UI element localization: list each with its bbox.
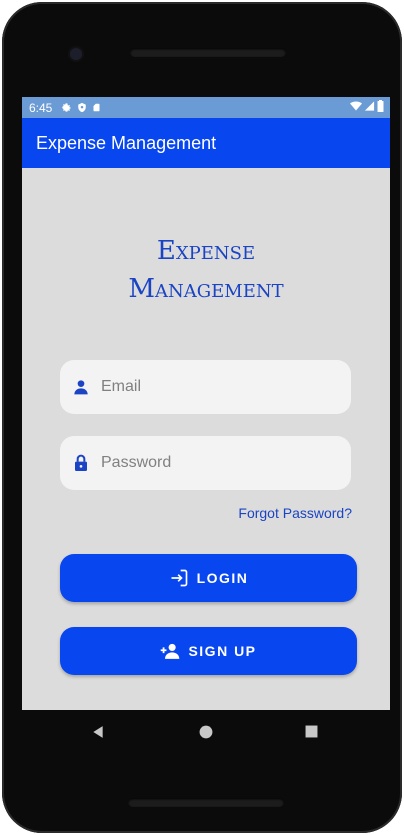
person-add-icon — [160, 641, 180, 661]
sign-up-button-label: SIGN UP — [188, 643, 257, 659]
home-icon[interactable] — [199, 725, 213, 744]
bottom-speaker — [128, 798, 284, 807]
forgot-password-link[interactable]: Forgot Password? — [238, 505, 352, 521]
sign-up-button[interactable]: SIGN UP — [60, 627, 357, 675]
brand-title: Expense Management — [22, 232, 390, 308]
front-camera — [70, 48, 82, 60]
app-bar-title: Expense Management — [36, 132, 217, 153]
battery-icon — [377, 100, 384, 112]
login-button-label: LOGIN — [196, 570, 249, 586]
settings-icon — [62, 103, 71, 112]
brand-title-line1: Expense — [156, 236, 256, 266]
recents-icon[interactable] — [305, 725, 318, 743]
sd-card-icon — [93, 103, 100, 112]
signal-icon — [364, 101, 375, 111]
brand-title-line2: Management — [128, 274, 284, 304]
login-button[interactable]: LOGIN — [60, 554, 357, 602]
password-input[interactable] — [99, 453, 333, 473]
status-time: 6:45 — [29, 100, 53, 115]
system-navigation-bar — [22, 710, 390, 754]
earpiece-speaker — [130, 48, 286, 57]
status-bar: 6:45 — [22, 97, 390, 118]
wifi-icon — [350, 101, 362, 111]
lock-icon — [72, 454, 90, 472]
email-field[interactable] — [60, 360, 351, 414]
login-icon — [169, 568, 189, 588]
email-input[interactable] — [99, 377, 333, 397]
person-icon — [72, 378, 90, 396]
shield-icon — [78, 102, 87, 113]
app-bar: Expense Management — [22, 118, 390, 168]
app-screen: 6:45 Expense Management Expense Manageme… — [22, 97, 390, 710]
back-icon[interactable] — [91, 725, 105, 744]
password-field[interactable] — [60, 436, 351, 490]
